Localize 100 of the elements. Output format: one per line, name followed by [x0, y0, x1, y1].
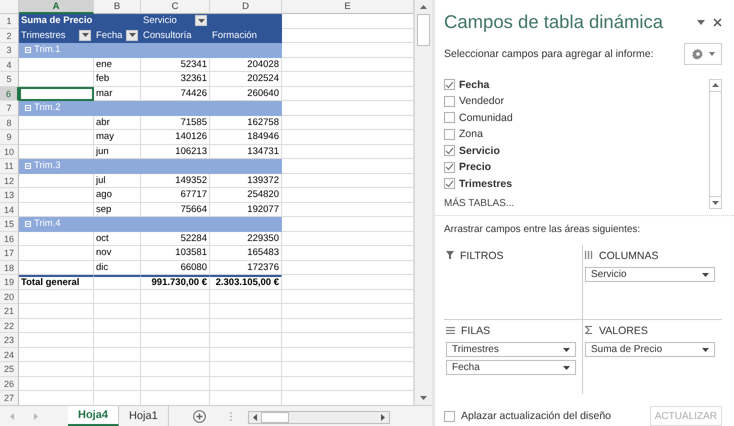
checkbox[interactable] — [444, 410, 455, 422]
checkbox[interactable] — [444, 145, 455, 156]
filter-dropdown-icon[interactable] — [79, 30, 91, 41]
row-header[interactable]: 7 — [0, 101, 19, 116]
row-header[interactable]: 10 — [0, 144, 19, 159]
row-header[interactable]: 3 — [0, 43, 19, 58]
row-header[interactable]: 11 — [0, 159, 19, 174]
scroll-up-icon[interactable] — [709, 78, 722, 92]
scroll-thumb[interactable] — [260, 412, 289, 423]
table-cell — [94, 318, 141, 333]
checkbox[interactable] — [444, 128, 455, 140]
collapse-icon[interactable] — [25, 104, 31, 111]
table-cell: 229350 — [210, 232, 282, 246]
row-header[interactable]: 20 — [0, 290, 19, 304]
row-header[interactable]: 12 — [0, 174, 19, 188]
area-field-dropdown[interactable]: Servicio — [585, 267, 715, 282]
area-field-dropdown[interactable]: Trimestres — [446, 342, 576, 357]
row-header[interactable]: 25 — [0, 362, 19, 376]
filter-dropdown-icon[interactable] — [126, 30, 138, 41]
row-header[interactable]: 8 — [0, 116, 19, 130]
active-cell[interactable] — [19, 86, 94, 101]
pivot-column-field: Servicio — [143, 15, 177, 26]
row-header[interactable]: 19 — [0, 275, 19, 290]
row-header[interactable]: 1 — [0, 14, 19, 28]
table-cell: 52284 — [141, 232, 210, 246]
row-header[interactable]: 22 — [0, 318, 19, 333]
row-header[interactable]: 5 — [0, 72, 19, 86]
checkbox[interactable] — [444, 178, 455, 190]
table-cell: 172376 — [210, 260, 282, 275]
row-header[interactable]: 13 — [0, 188, 19, 202]
collapse-icon[interactable] — [25, 220, 31, 227]
settings-button[interactable] — [684, 42, 722, 64]
table-cell: 32361 — [141, 72, 210, 86]
row-header[interactable]: 14 — [0, 202, 19, 217]
total-label: Total general — [19, 275, 94, 290]
group-label: Trim.4 — [34, 218, 61, 230]
field-name[interactable]: Servicio — [459, 144, 500, 157]
area-field-dropdown[interactable]: Fecha — [446, 360, 576, 375]
field-name[interactable]: Zona — [459, 128, 483, 140]
filter-dropdown-icon[interactable] — [195, 15, 207, 26]
filter-icon — [446, 250, 454, 262]
field-name[interactable]: Vendedor — [459, 95, 504, 108]
area-title: VALORES — [599, 324, 648, 336]
checkbox[interactable] — [444, 79, 455, 90]
collapse-icon[interactable] — [25, 46, 31, 53]
pivot-header-cell: Suma de Precio — [19, 14, 94, 28]
column-header[interactable]: E — [282, 0, 414, 14]
horizontal-scrollbar[interactable] — [248, 411, 390, 424]
row-header[interactable]: 21 — [0, 304, 19, 318]
more-tables-link[interactable]: MÁS TABLAS... — [444, 198, 709, 209]
collapse-icon[interactable] — [25, 162, 31, 169]
checkbox[interactable] — [444, 96, 455, 107]
table-cell: 184946 — [210, 130, 282, 144]
area-title: FILTROS — [460, 250, 504, 262]
table-cell — [94, 376, 141, 391]
table-cell: 71585 — [141, 116, 210, 130]
row-header[interactable]: 2 — [0, 28, 19, 43]
table-cell: 202524 — [210, 72, 282, 86]
row-header[interactable]: 6 — [0, 86, 19, 101]
table-cell: 67717 — [141, 188, 210, 202]
field-name[interactable]: Trimestres — [459, 178, 512, 190]
row-header[interactable]: 17 — [0, 246, 19, 260]
vertical-scrollbar[interactable] — [709, 76, 722, 209]
row-header[interactable]: 23 — [0, 333, 19, 348]
table-cell: 140126 — [141, 130, 210, 144]
row-header[interactable]: 4 — [0, 58, 19, 72]
group-label: Trim.3 — [34, 160, 61, 172]
column-header[interactable]: D — [210, 0, 282, 14]
row-header[interactable]: 18 — [0, 260, 19, 275]
row-header[interactable]: 24 — [0, 348, 19, 362]
table-cell: may — [94, 130, 141, 144]
scroll-down-icon[interactable] — [709, 196, 722, 209]
column-header[interactable]: B — [94, 0, 141, 14]
row-header[interactable]: 26 — [0, 376, 19, 391]
table-cell: 149352 — [141, 174, 210, 188]
table-cell: nov — [94, 246, 141, 260]
row-header[interactable]: 9 — [0, 130, 19, 144]
table-cell — [94, 275, 141, 290]
total-value: 991.730,00 € — [141, 275, 210, 290]
caret-icon[interactable] — [697, 20, 705, 25]
field-name[interactable]: Comunidad — [459, 112, 513, 124]
checkbox[interactable] — [444, 112, 455, 124]
sheet-tab[interactable]: Hoja1 — [118, 406, 169, 426]
checkbox[interactable] — [444, 162, 455, 173]
row-header[interactable]: 27 — [0, 391, 19, 405]
scroll-thumb[interactable] — [417, 14, 430, 46]
column-header[interactable]: A — [19, 0, 94, 14]
sheet-tab[interactable]: Hoja4 — [68, 406, 119, 426]
table-cell — [141, 290, 210, 304]
close-icon[interactable] — [713, 18, 722, 27]
row-header[interactable]: 16 — [0, 232, 19, 246]
field-name[interactable]: Precio — [459, 161, 492, 174]
vertical-scrollbar[interactable] — [414, 0, 432, 405]
table-cell — [210, 333, 282, 348]
column-header[interactable]: C — [141, 0, 210, 14]
field-name[interactable]: Fecha — [459, 78, 490, 91]
row-header[interactable]: 15 — [0, 217, 19, 232]
area-field-dropdown[interactable]: Suma de Precio — [585, 342, 715, 357]
table-cell — [141, 348, 210, 362]
table-cell — [141, 304, 210, 318]
